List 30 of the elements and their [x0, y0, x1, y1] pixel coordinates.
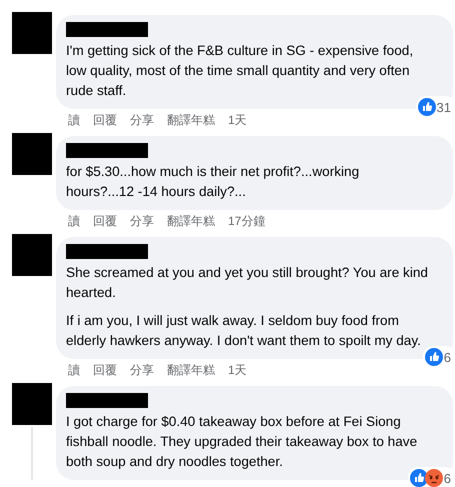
- action-link[interactable]: 讀: [68, 213, 80, 230]
- comment-text: for $5.30...how much is their net profit?...working hours?...12 -14 hours daily?...: [66, 163, 360, 201]
- action-link[interactable]: 翻譯年糕: [167, 112, 215, 129]
- comment-text: She screamed at you and yet you still brought? You are kind hearted.: [66, 264, 428, 302]
- action-link[interactable]: 回覆: [93, 362, 117, 379]
- comment-text: I'm getting sick of the F&B culture in SG - expensive food, low quality, most of the time small quantity and very often rude staff.: [66, 42, 414, 100]
- action-link[interactable]: 回覆: [93, 213, 117, 230]
- redacted-avatar: [12, 133, 52, 175]
- action-link[interactable]: 分享: [130, 112, 154, 129]
- angry-face-icon: [424, 469, 443, 487]
- action-link[interactable]: 讀: [68, 112, 80, 129]
- reaction-count: 31: [436, 100, 451, 114]
- timestamp[interactable]: 1天: [228, 362, 247, 379]
- reaction-count: 6: [444, 470, 451, 486]
- redacted-avatar: [12, 234, 52, 276]
- timestamp[interactable]: 17分鐘: [228, 213, 266, 230]
- like-icon: [424, 348, 443, 366]
- action-link[interactable]: 讀: [68, 362, 80, 379]
- action-link[interactable]: 回覆: [93, 112, 117, 129]
- action-link[interactable]: 分享: [130, 213, 154, 230]
- like-icon: [418, 98, 436, 116]
- action-link[interactable]: 分享: [130, 362, 154, 379]
- redacted-avatar: [12, 383, 52, 425]
- like-icon: [410, 469, 428, 487]
- action-link[interactable]: 翻譯年糕: [167, 213, 215, 230]
- timestamp[interactable]: 1天: [228, 112, 247, 129]
- reaction-count: 6: [444, 350, 451, 364]
- redacted-avatar: [12, 12, 52, 54]
- comment-text: If i am you, I will just walk away. I seldom buy food from elderly hawkers anyway. I don't want them to spoilt my day.: [66, 312, 422, 350]
- action-link[interactable]: 翻譯年糕: [167, 362, 215, 379]
